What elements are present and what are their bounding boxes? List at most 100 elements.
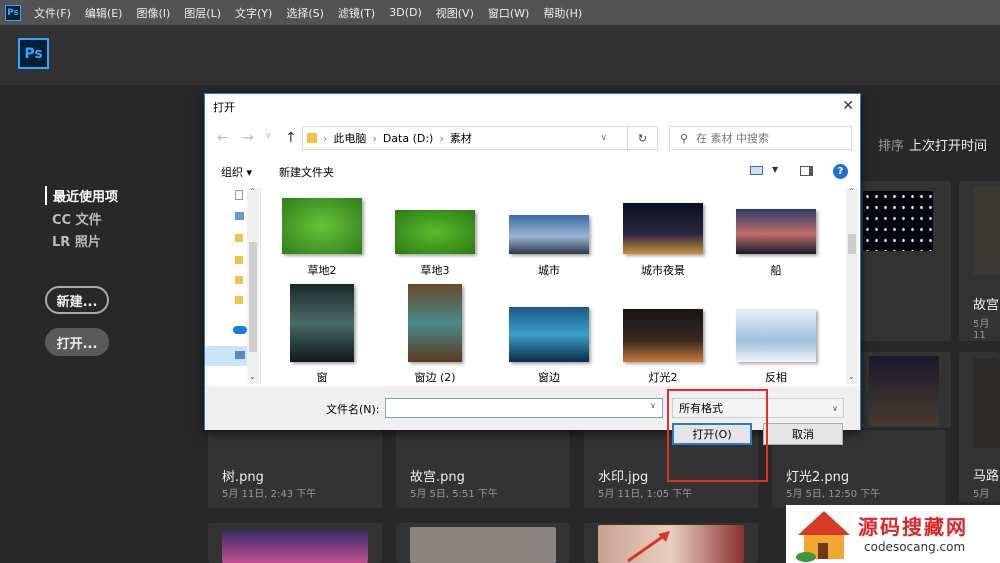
folder-icon[interactable] [235,234,243,242]
organize-menu[interactable]: 组织 ▾ [221,164,252,180]
file-thumbnail[interactable] [290,284,354,362]
menu-3d[interactable]: 3D(D) [389,6,422,19]
sidebar-item-cc-files[interactable]: CC 文件 [52,209,102,228]
folder-icon[interactable] [235,276,243,284]
document-icon[interactable] [235,190,243,200]
new-button[interactable]: 新建... [45,286,109,314]
menu-file[interactable]: 文件(F) [34,5,71,21]
recent-file-card[interactable]: 马路 5月 [959,352,1000,502]
file-thumbnail[interactable] [736,309,816,362]
onedrive-icon[interactable] [233,326,247,334]
filename-label: 文件名(N): [326,403,380,416]
cancel-button[interactable]: 取消 [763,423,843,445]
scrollbar-thumb[interactable] [848,234,856,254]
file-thumbnail[interactable] [509,215,589,254]
folder-icon[interactable] [235,296,243,304]
scroll-up-icon[interactable]: ⌃ [249,187,256,196]
file-thumbnail [973,187,1000,275]
recent-file-card[interactable] [208,523,382,563]
chevron-down-icon[interactable]: ∨ [265,131,272,141]
file-thumbnail[interactable] [623,309,703,362]
file-label[interactable]: 反相 [726,369,826,385]
open-button[interactable]: 打开... [45,328,109,356]
filename-input[interactable] [385,398,663,418]
new-folder-button[interactable]: 新建文件夹 [279,164,334,180]
menu-view[interactable]: 视图(V) [436,5,474,21]
sidebar-item-recent[interactable]: 最近使用项 [45,186,118,205]
recent-file-card[interactable]: 故宫.png 5月 5日, 5:51 下午 [396,430,570,508]
menu-select[interactable]: 选择(S) [286,5,324,21]
chevron-down-icon[interactable]: ∨ [650,401,656,410]
view-icon[interactable] [750,166,763,175]
picture-icon[interactable] [235,212,244,220]
file-name: 故宫 [973,298,1000,313]
photoshop-icon[interactable]: Ps [5,4,21,21]
menu-window[interactable]: 窗口(W) [488,5,529,21]
recent-file-card[interactable]: 故宫 5月 11 [959,181,1000,341]
menu-layer[interactable]: 图层(L) [184,5,221,21]
file-label[interactable]: 草地2 [272,262,372,278]
chevron-down-icon[interactable]: ∨ [600,133,607,143]
menu-edit[interactable]: 编辑(E) [85,5,123,21]
file-thumbnail[interactable] [736,209,816,254]
close-icon[interactable]: ✕ [842,98,854,114]
menu-help[interactable]: 帮助(H) [543,5,582,21]
recent-file-card[interactable] [859,352,951,428]
recent-file-card[interactable] [584,523,758,563]
chevron-down-icon: ∨ [832,403,838,413]
scroll-down-icon[interactable]: ⌄ [848,372,855,381]
file-name: 故宫.png [410,470,465,485]
file-thumbnail[interactable] [395,210,475,254]
files-scrollbar[interactable] [846,188,858,384]
open-file-dialog: 打开 ✕ ← → ∨ ↑ › 此电脑 › Data (D:) › 素材 ∨ ↻ … [204,93,861,445]
file-date: 5月 11日, 2:43 下午 [222,489,317,500]
file-date: 5月 5日, 5:51 下午 [410,489,498,500]
nav-scrollbar[interactable] [247,188,259,384]
menu-filter[interactable]: 滤镜(T) [338,5,375,21]
chevron-right-icon: › [372,131,377,145]
file-label[interactable]: 窗边 [499,369,599,385]
back-icon[interactable]: ← [217,130,229,146]
chevron-down-icon[interactable]: ▼ [772,165,778,174]
file-label[interactable]: 窗 [272,369,372,385]
search-icon: ⚲ [680,131,689,145]
search-field[interactable]: ⚲ 在 素材 中搜索 [669,126,852,150]
up-icon[interactable]: ↑ [285,130,297,146]
file-label[interactable]: 灯光2 [613,369,713,385]
file-label[interactable]: 城市 [499,262,599,278]
scrollbar-thumb[interactable] [249,242,257,352]
recent-file-card[interactable] [859,181,951,341]
preview-pane-icon[interactable] [800,166,813,176]
breadcrumb-folder[interactable]: 素材 [450,130,472,146]
folder-icon[interactable] [235,256,243,264]
file-thumbnail [869,356,939,426]
file-date: 5月 11日, 1:05 下午 [598,489,693,500]
sidebar-item-lr-photos[interactable]: LR 照片 [52,231,101,250]
refresh-icon[interactable]: ↻ [627,127,657,149]
file-label[interactable]: 窗边 (2) [385,369,485,385]
forward-icon[interactable]: → [242,130,254,146]
file-thumbnail[interactable] [623,203,703,254]
file-label[interactable]: 草地3 [385,262,485,278]
breadcrumb-data-d[interactable]: Data (D:) [383,132,434,145]
house-logo-icon [796,511,850,562]
file-thumbnail[interactable] [509,307,589,362]
watermark-title: 源码搜藏网 [858,515,968,539]
scroll-up-icon[interactable]: ⌃ [848,187,855,196]
address-bar[interactable]: › 此电脑 › Data (D:) › 素材 ∨ ↻ [302,126,658,150]
file-label[interactable]: 船 [726,262,826,278]
menu-type[interactable]: 文字(Y) [235,5,272,21]
recent-file-card[interactable] [396,523,570,563]
file-thumbnail[interactable] [408,284,462,362]
file-label[interactable]: 城市夜景 [613,262,713,278]
file-thumbnail[interactable] [282,198,362,254]
scroll-down-icon[interactable]: ⌄ [249,372,256,381]
file-name: 马路 [973,469,1000,484]
breadcrumb-this-pc[interactable]: 此电脑 [333,130,366,146]
menu-image[interactable]: 图像(I) [136,5,170,21]
recent-file-card[interactable]: 树.png 5月 11日, 2:43 下午 [208,430,382,508]
sort-dropdown[interactable]: 上次打开时间 [909,135,987,154]
navigation-pane: ⌃ ⌄ [205,187,261,384]
computer-icon [235,351,245,359]
help-icon[interactable]: ? [833,164,848,179]
